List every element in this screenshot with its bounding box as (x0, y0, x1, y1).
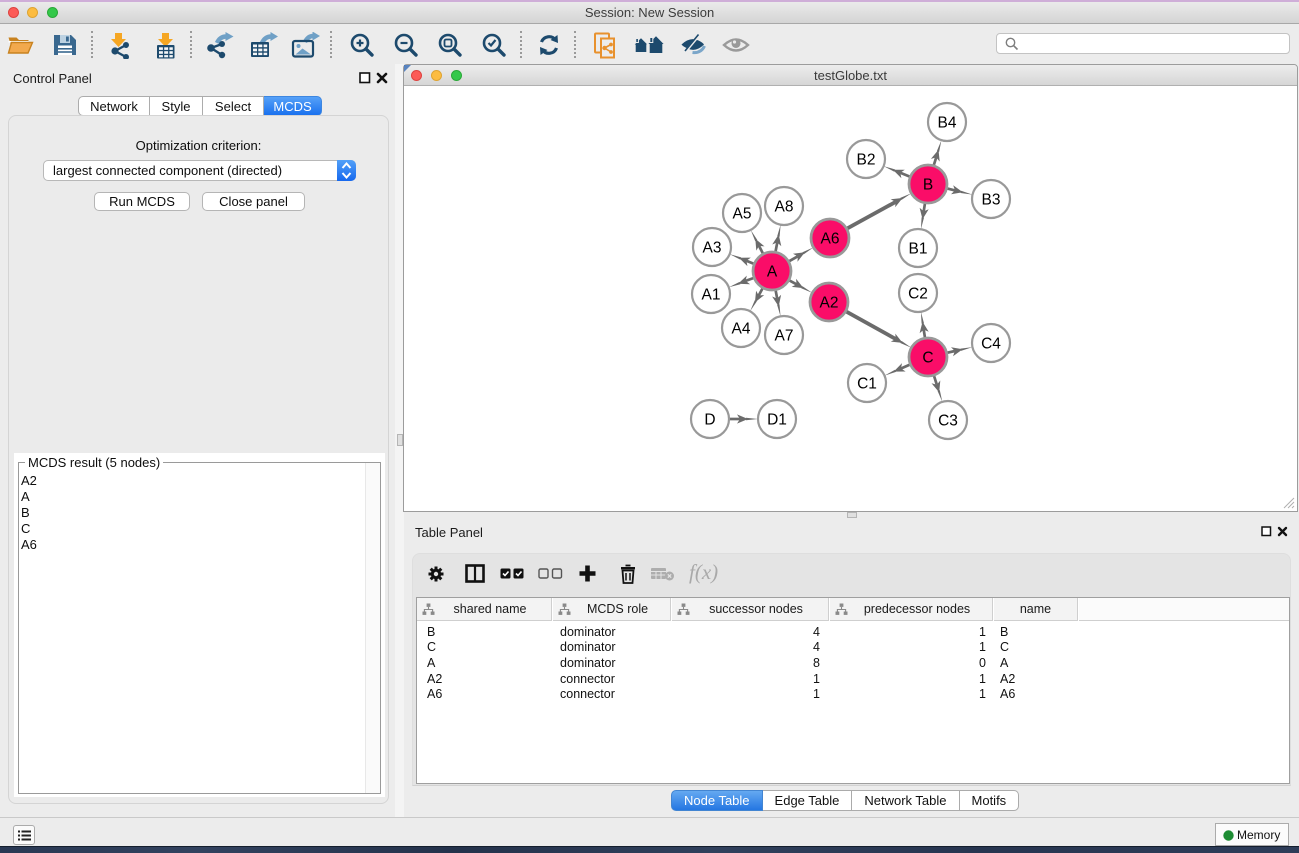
svg-text:C3: C3 (938, 413, 958, 430)
svg-text:A7: A7 (775, 328, 794, 345)
svg-text:A4: A4 (732, 321, 751, 338)
svg-text:D1: D1 (767, 412, 787, 429)
svg-text:B3: B3 (982, 192, 1001, 209)
svg-text:B1: B1 (909, 241, 928, 258)
svg-text:C: C (922, 350, 933, 367)
svg-text:D: D (704, 412, 715, 429)
svg-text:C4: C4 (981, 336, 1001, 353)
svg-text:A8: A8 (775, 199, 794, 216)
svg-text:A: A (767, 264, 778, 281)
svg-text:A2: A2 (820, 295, 839, 312)
svg-text:B4: B4 (938, 115, 957, 132)
svg-text:A1: A1 (702, 287, 721, 304)
svg-text:A3: A3 (703, 240, 722, 257)
svg-text:A5: A5 (733, 206, 752, 223)
svg-text:C2: C2 (908, 286, 928, 303)
svg-text:C1: C1 (857, 376, 877, 393)
svg-text:B: B (923, 177, 933, 194)
svg-text:A6: A6 (821, 231, 840, 248)
svg-text:B2: B2 (857, 152, 876, 169)
